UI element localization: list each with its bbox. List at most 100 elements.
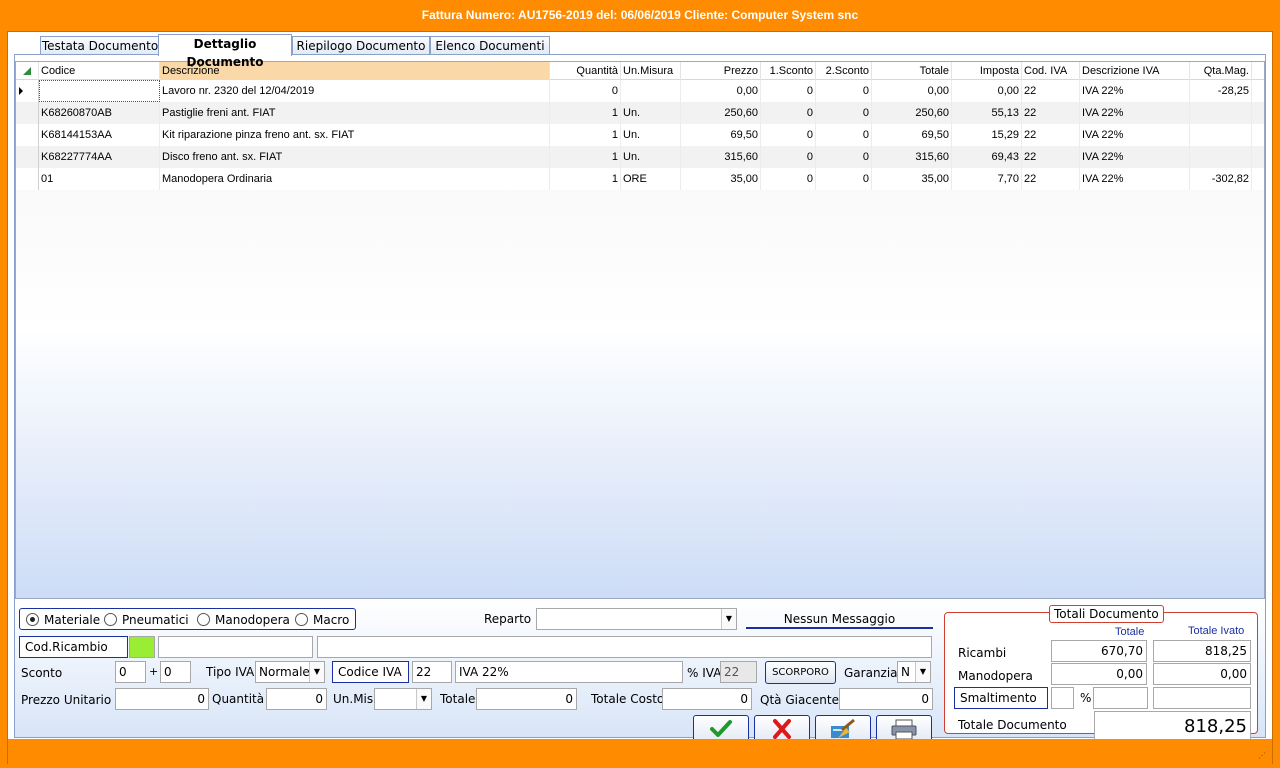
cell-quantita[interactable]: 1: [550, 102, 621, 124]
cell-cod-iva[interactable]: 22: [1022, 80, 1080, 102]
cell-descrizione[interactable]: Pastiglie freni ant. FIAT: [160, 102, 550, 124]
table-row[interactable]: K68260870AB Pastiglie freni ant. FIAT 1 Un.…: [16, 102, 1264, 124]
quantita-input[interactable]: 0: [266, 688, 327, 710]
cell-un-misura[interactable]: Un.: [621, 102, 681, 124]
cell-totale[interactable]: 0,00: [872, 80, 952, 102]
col-un-misura[interactable]: Un.Misura: [621, 62, 681, 80]
cell-prezzo[interactable]: 69,50: [681, 124, 761, 146]
cell-sconto2[interactable]: 0: [816, 146, 872, 168]
radio-materiale[interactable]: Materiale: [26, 612, 100, 628]
garanzia-select[interactable]: N ▼: [897, 661, 931, 683]
cell-descrizione-iva[interactable]: IVA 22%: [1080, 146, 1190, 168]
cell-un-misura[interactable]: ORE: [621, 168, 681, 190]
cell-prezzo[interactable]: 315,60: [681, 146, 761, 168]
table-row[interactable]: K68227774AA Disco freno ant. sx. FIAT 1 Un.…: [16, 146, 1264, 168]
qta-giacente-input[interactable]: 0: [839, 688, 933, 710]
cell-sconto2[interactable]: 0: [816, 102, 872, 124]
cell-imposta[interactable]: 7,70: [952, 168, 1022, 190]
scorporo-button[interactable]: SCORPORO: [765, 661, 836, 684]
row-header[interactable]: [16, 124, 39, 146]
descr-iva-input[interactable]: IVA 22%: [455, 661, 683, 683]
cell-sconto1[interactable]: 0: [761, 168, 816, 190]
cell-descrizione[interactable]: Disco freno ant. sx. FIAT: [160, 146, 550, 168]
row-header[interactable]: [16, 102, 39, 124]
cell-totale[interactable]: 35,00: [872, 168, 952, 190]
cell-prezzo[interactable]: 250,60: [681, 102, 761, 124]
cod-ricambio-label[interactable]: Cod.Ricambio: [19, 636, 128, 658]
cell-sconto1[interactable]: 0: [761, 146, 816, 168]
tab-dettaglio-documento[interactable]: Dettaglio Documento: [158, 34, 292, 69]
cell-qta-mag[interactable]: -302,82: [1190, 168, 1252, 190]
cell-imposta[interactable]: 69,43: [952, 146, 1022, 168]
prezzo-unitario-input[interactable]: 0: [115, 688, 209, 710]
col-sconto2[interactable]: 2.Sconto: [816, 62, 872, 80]
cell-sconto2[interactable]: 0: [816, 168, 872, 190]
col-totale[interactable]: Totale: [872, 62, 952, 80]
reparto-select[interactable]: ▼: [536, 608, 737, 630]
cell-qta-mag[interactable]: -28,25: [1190, 80, 1252, 102]
cell-sconto2[interactable]: 0: [816, 124, 872, 146]
col-descrizione-iva[interactable]: Descrizione IVA: [1080, 62, 1190, 80]
cell-totale[interactable]: 69,50: [872, 124, 952, 146]
tipo-iva-select[interactable]: Normale ▼: [255, 661, 325, 683]
cell-qta-mag[interactable]: [1190, 146, 1252, 168]
col-qta-mag[interactable]: Qta.Mag.: [1190, 62, 1252, 80]
codice-iva-button[interactable]: Codice IVA: [332, 661, 409, 683]
cell-qta-mag[interactable]: [1190, 124, 1252, 146]
resize-grip-icon[interactable]: ⋰: [1258, 751, 1268, 761]
cell-descrizione-iva[interactable]: IVA 22%: [1080, 168, 1190, 190]
cell-descrizione-iva[interactable]: IVA 22%: [1080, 102, 1190, 124]
cell-cod-iva[interactable]: 22: [1022, 168, 1080, 190]
smaltimento-button[interactable]: Smaltimento: [954, 687, 1048, 709]
table-row[interactable]: Lavoro nr. 2320 del 12/04/2019 0 0,00 0 0 0,0…: [16, 80, 1264, 102]
cell-codice[interactable]: K68260870AB: [39, 102, 160, 124]
radio-pneumatici[interactable]: Pneumatici: [104, 612, 189, 628]
table-row[interactable]: K68144153AA Kit riparazione pinza freno a…: [16, 124, 1264, 146]
table-row[interactable]: 01 Manodopera Ordinaria 1 ORE 35,00 0 0 35,00 7,…: [16, 168, 1264, 190]
cell-codice[interactable]: K68227774AA: [39, 146, 160, 168]
sconto2-input[interactable]: 0: [160, 661, 191, 683]
tab-elenco-documenti[interactable]: Elenco Documenti: [430, 36, 550, 56]
totale-costo-input[interactable]: 0: [662, 688, 752, 710]
cell-un-misura[interactable]: Un.: [621, 146, 681, 168]
cell-quantita[interactable]: 0: [550, 80, 621, 102]
cell-totale[interactable]: 250,60: [872, 102, 952, 124]
cell-descrizione[interactable]: Lavoro nr. 2320 del 12/04/2019: [160, 80, 550, 102]
cell-un-misura[interactable]: [621, 80, 681, 102]
detail-grid[interactable]: Codice Descrizione Quantità Un.Misura Pr…: [15, 61, 1265, 599]
cell-sconto2[interactable]: 0: [816, 80, 872, 102]
smaltimento-input[interactable]: [1051, 687, 1074, 709]
row-header[interactable]: [16, 80, 39, 102]
totale-input[interactable]: 0: [476, 688, 577, 710]
cell-un-misura[interactable]: Un.: [621, 124, 681, 146]
col-quantita[interactable]: Quantità: [550, 62, 621, 80]
cell-cod-iva[interactable]: 22: [1022, 102, 1080, 124]
cell-imposta[interactable]: 15,29: [952, 124, 1022, 146]
cell-codice[interactable]: K68144153AA: [39, 124, 160, 146]
cell-cod-iva[interactable]: 22: [1022, 124, 1080, 146]
cell-descrizione[interactable]: Kit riparazione pinza freno ant. sx. FIA…: [160, 124, 550, 146]
cell-sconto1[interactable]: 0: [761, 102, 816, 124]
col-codice[interactable]: Codice: [39, 62, 160, 80]
cell-sconto1[interactable]: 0: [761, 80, 816, 102]
unmis-select[interactable]: ▼: [374, 688, 432, 710]
radio-macro[interactable]: Macro: [295, 612, 349, 628]
descrizione-extra-input[interactable]: [317, 636, 932, 658]
sconto1-input[interactable]: 0: [115, 661, 146, 683]
cell-imposta[interactable]: 55,13: [952, 102, 1022, 124]
cell-prezzo[interactable]: 35,00: [681, 168, 761, 190]
cell-qta-mag[interactable]: [1190, 102, 1252, 124]
cell-cod-iva[interactable]: 22: [1022, 146, 1080, 168]
cod-ricambio-input[interactable]: [129, 636, 155, 658]
col-sconto1[interactable]: 1.Sconto: [761, 62, 816, 80]
cell-totale[interactable]: 315,60: [872, 146, 952, 168]
col-prezzo[interactable]: Prezzo: [681, 62, 761, 80]
col-imposta[interactable]: Imposta: [952, 62, 1022, 80]
cell-quantita[interactable]: 1: [550, 124, 621, 146]
row-header[interactable]: [16, 146, 39, 168]
codice-iva-input[interactable]: 22: [412, 661, 452, 683]
cell-descrizione-iva[interactable]: IVA 22%: [1080, 80, 1190, 102]
col-cod-iva[interactable]: Cod. IVA: [1022, 62, 1080, 80]
cell-sconto1[interactable]: 0: [761, 124, 816, 146]
tab-riepilogo-documento[interactable]: Riepilogo Documento: [292, 36, 430, 56]
